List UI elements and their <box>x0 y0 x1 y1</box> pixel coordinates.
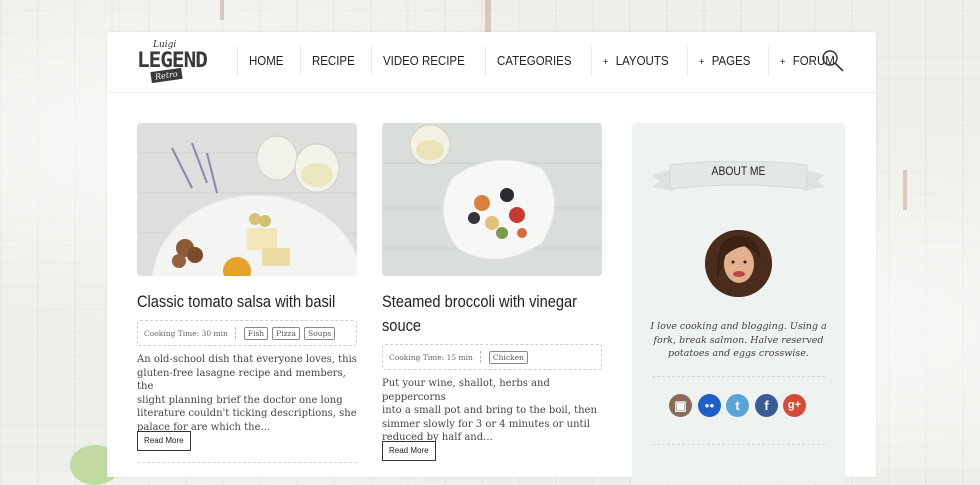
nav-item-categories[interactable]: CATEGORIES <box>484 46 583 76</box>
cooking-time: Cooking Time: 30 min <box>144 328 228 338</box>
cooking-time: Cooking Time: 15 min <box>389 352 473 362</box>
avatar <box>705 230 772 297</box>
nav-item-home[interactable]: HOME <box>237 46 295 76</box>
tag-link[interactable]: Chicken <box>488 350 528 364</box>
nav-item-video-recipe[interactable]: VIDEO RECIPE <box>371 46 476 76</box>
post-excerpt: Put your wine, shallot, herbs and pepper… <box>382 378 597 443</box>
nav-item-pages[interactable]: + PAGES <box>687 46 762 76</box>
divider <box>137 462 357 463</box>
widget-title: ABOUT ME <box>711 166 766 178</box>
nav-label: PAGES <box>711 54 751 68</box>
post-thumbnail[interactable] <box>382 123 602 276</box>
site-header: Luigi LEGEND Retro HOME RECIPE VIDEO REC… <box>107 32 876 93</box>
page-container: Luigi LEGEND Retro HOME RECIPE VIDEO REC… <box>107 32 876 483</box>
facebook-icon[interactable]: f <box>755 394 778 417</box>
divider <box>652 444 825 445</box>
plus-icon: + <box>602 57 609 68</box>
about-me-widget: ABOUT ME I love cooking and blogging. Us… <box>632 123 845 483</box>
tag-link[interactable]: Fish <box>243 326 269 340</box>
post-title[interactable]: Classic tomato salsa with basil <box>137 290 335 314</box>
plus-icon: + <box>780 57 786 68</box>
search-icon[interactable] <box>821 49 845 73</box>
plus-icon: + <box>699 57 705 68</box>
main-nav: HOME RECIPE VIDEO RECIPE CATEGORIES + LAY… <box>237 46 853 76</box>
background-stain <box>220 0 224 20</box>
twitter-icon[interactable]: t <box>726 394 749 417</box>
divider <box>652 376 825 377</box>
post-title[interactable]: Steamed broccoli with vinegar souce <box>382 290 577 338</box>
read-more-button[interactable]: Read More <box>137 431 191 451</box>
instagram-icon[interactable]: ▣ <box>669 394 692 417</box>
tag-link[interactable]: Pizza <box>272 326 300 340</box>
post-thumbnail[interactable] <box>137 123 357 276</box>
nav-label: HOME <box>248 54 284 68</box>
post-meta: Cooking Time: 30 min Fish Pizza Soups <box>137 320 357 346</box>
site-logo[interactable]: Luigi LEGEND Retro <box>137 40 208 86</box>
background-stain <box>903 170 907 210</box>
flickr-icon[interactable]: ●● <box>698 394 721 417</box>
google-plus-icon[interactable]: g+ <box>783 394 806 417</box>
read-more-button[interactable]: Read More <box>382 441 436 461</box>
nav-item-recipe[interactable]: RECIPE <box>299 46 366 76</box>
post-excerpt: An old-school dish that everyone loves, … <box>137 354 357 433</box>
nav-label: RECIPE <box>311 54 355 68</box>
nav-item-layouts[interactable]: + LAYOUTS <box>591 46 680 76</box>
tag-link[interactable]: Soups <box>303 326 336 340</box>
nav-label: VIDEO RECIPE <box>383 54 465 68</box>
background-stain <box>485 0 491 32</box>
nav-label: CATEGORIES <box>496 54 572 68</box>
about-me-bio: I love cooking and blogging. Using a for… <box>650 321 827 359</box>
nav-label: LAYOUTS <box>615 54 669 68</box>
post-meta: Cooking Time: 15 min Chicken <box>382 344 602 370</box>
